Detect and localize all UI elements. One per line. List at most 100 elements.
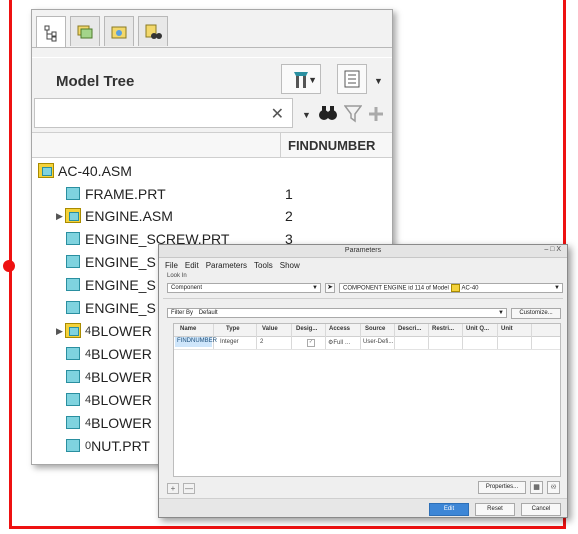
column-unit[interactable]: Unit	[501, 326, 513, 332]
folders-icon	[77, 25, 93, 38]
divider	[163, 298, 563, 299]
filter-icon[interactable]	[344, 105, 362, 123]
table-view-button[interactable]: ▦	[530, 481, 543, 494]
dialog-menubar: File Edit Parameters Tools Show	[165, 261, 307, 270]
tree-row-label: ENGINE_S	[85, 277, 156, 293]
parameters-dialog: Parameters – □ X File Edit Parameters Tools…	[158, 244, 568, 518]
dialog-titlebar[interactable]: Parameters – □ X	[159, 245, 567, 258]
tree-row-label: 0NUT.PRT	[85, 435, 150, 457]
tree-row-text: BLOWER	[91, 346, 152, 362]
callout-dot	[3, 260, 15, 272]
cursor-arrow-icon: ➤	[327, 284, 333, 291]
favorites-folder-icon	[111, 26, 127, 38]
column-description[interactable]: Descri...	[398, 326, 421, 332]
chevron-down-icon: ▼	[308, 75, 317, 85]
part-icon	[66, 439, 80, 452]
reset-button[interactable]: Reset	[475, 503, 515, 516]
close-icon[interactable]: ✕	[271, 104, 284, 124]
tree-row-label: ENGINE_S	[85, 254, 156, 270]
customize-button[interactable]: Customize...	[511, 308, 561, 319]
cell-access[interactable]: ⚙Full …	[328, 339, 351, 346]
table-row[interactable]: FINDNUMBER Integer 2 ✓ ⚙Full … User-Defi…	[174, 336, 560, 350]
tree-settings-button[interactable]: ▼	[281, 64, 321, 94]
tree-row-text: NUT.PRT	[91, 438, 150, 454]
part-icon	[66, 232, 80, 245]
table-icon: ▦	[533, 484, 540, 491]
cancel-button[interactable]: Cancel	[521, 503, 561, 516]
tab-search-tools[interactable]	[138, 16, 168, 46]
tab-folder-browser[interactable]	[70, 16, 100, 46]
filter-label: Filter By	[171, 310, 194, 316]
column-value[interactable]: Value	[262, 326, 278, 332]
binoculars-icon[interactable]	[318, 104, 338, 122]
scroll-arrows[interactable]: ▲▼	[567, 470, 568, 490]
filter-select[interactable]: Filter By Default ▼	[167, 308, 507, 318]
window-controls[interactable]: – □ X	[544, 246, 561, 253]
tree-row-text: BLOWER	[91, 323, 152, 339]
column-source[interactable]: Source	[365, 326, 385, 332]
tree-row[interactable]: AC-40.ASM	[32, 160, 392, 182]
assembly-icon	[65, 208, 81, 223]
tree-row-label: 4BLOWER	[85, 343, 152, 365]
assembly-icon	[65, 323, 81, 338]
part-icon	[66, 370, 80, 383]
remove-parameter-button[interactable]: —	[183, 483, 195, 494]
menu-show[interactable]: Show	[280, 261, 300, 270]
cell-type[interactable]: Integer	[220, 339, 239, 345]
tree-row[interactable]: FRAME.PRT 1	[32, 183, 392, 205]
properties-button[interactable]: Properties...	[478, 481, 526, 494]
parameters-table: Name Type Value Desig... Access Source D…	[173, 323, 561, 477]
look-in-select[interactable]: Component ▼	[167, 283, 321, 293]
tree-row[interactable]: ▶ ENGINE.ASM 2	[32, 205, 392, 227]
search-row: ✕ ▼	[32, 98, 392, 132]
menu-file[interactable]: File	[165, 261, 178, 270]
chevron-down-icon: ▼	[554, 285, 560, 291]
column-title-findnumber[interactable]: FINDNUMBER	[288, 138, 375, 153]
plus-icon[interactable]	[368, 106, 384, 122]
tree-row-label: AC-40.ASM	[58, 163, 132, 179]
cell-name[interactable]: FINDNUMBER	[175, 337, 217, 347]
column-unit-quantity[interactable]: Unit Q...	[466, 326, 489, 332]
expand-triangle-icon[interactable]: ▶	[56, 320, 63, 342]
search-input[interactable]: ✕	[34, 98, 293, 128]
tree-row-label: ENGINE.ASM	[85, 208, 173, 224]
show-menu-button[interactable]	[337, 64, 367, 94]
model-tree-header: Model Tree ▼ ▼	[32, 58, 392, 98]
tab-model-tree[interactable]	[36, 16, 66, 48]
list-icon	[344, 70, 360, 88]
look-in-label: Look In	[167, 273, 187, 279]
find-button[interactable]: ♾	[547, 481, 560, 494]
tree-row-text: BLOWER	[91, 415, 152, 431]
model-value: COMPONENT ENGINE id 114 of Model	[343, 285, 449, 292]
menu-edit[interactable]: Edit	[185, 261, 199, 270]
menu-parameters[interactable]: Parameters	[206, 261, 247, 270]
tree-row-label: ENGINE_S	[85, 300, 156, 316]
tree-row-findnumber: 1	[285, 186, 293, 202]
column-designate[interactable]: Desig...	[296, 326, 317, 332]
add-parameter-button[interactable]: +	[167, 483, 179, 494]
column-type[interactable]: Type	[226, 326, 240, 332]
part-icon	[66, 187, 80, 200]
edit-button[interactable]: Edit	[429, 503, 469, 516]
model-select[interactable]: COMPONENT ENGINE id 114 of Model AC-40 ▼	[339, 283, 563, 293]
column-divider[interactable]	[280, 133, 281, 158]
column-restricted[interactable]: Restri...	[432, 326, 454, 332]
tree-row-text: BLOWER	[91, 369, 152, 385]
filter-value: Default	[198, 310, 218, 316]
chevron-down-icon[interactable]: ▼	[374, 76, 383, 86]
menu-tools[interactable]: Tools	[254, 261, 273, 270]
binoculars-icon: ♾	[550, 484, 557, 491]
expand-triangle-icon[interactable]: ▶	[56, 205, 63, 227]
column-access[interactable]: Access	[329, 326, 350, 332]
cell-value[interactable]: 2	[260, 339, 263, 345]
tree-row-text: BLOWER	[91, 392, 152, 408]
cell-source[interactable]: User-Defi...	[363, 339, 393, 345]
assembly-icon	[451, 284, 461, 292]
select-arrow-button[interactable]: ➤	[325, 283, 335, 293]
column-name[interactable]: Name	[180, 326, 196, 332]
designate-checkbox[interactable]: ✓	[307, 339, 315, 347]
chevron-down-icon[interactable]: ▼	[302, 110, 311, 120]
tab-divider	[32, 47, 392, 48]
tab-favorites[interactable]	[104, 16, 134, 46]
page-title: Model Tree	[56, 73, 135, 90]
